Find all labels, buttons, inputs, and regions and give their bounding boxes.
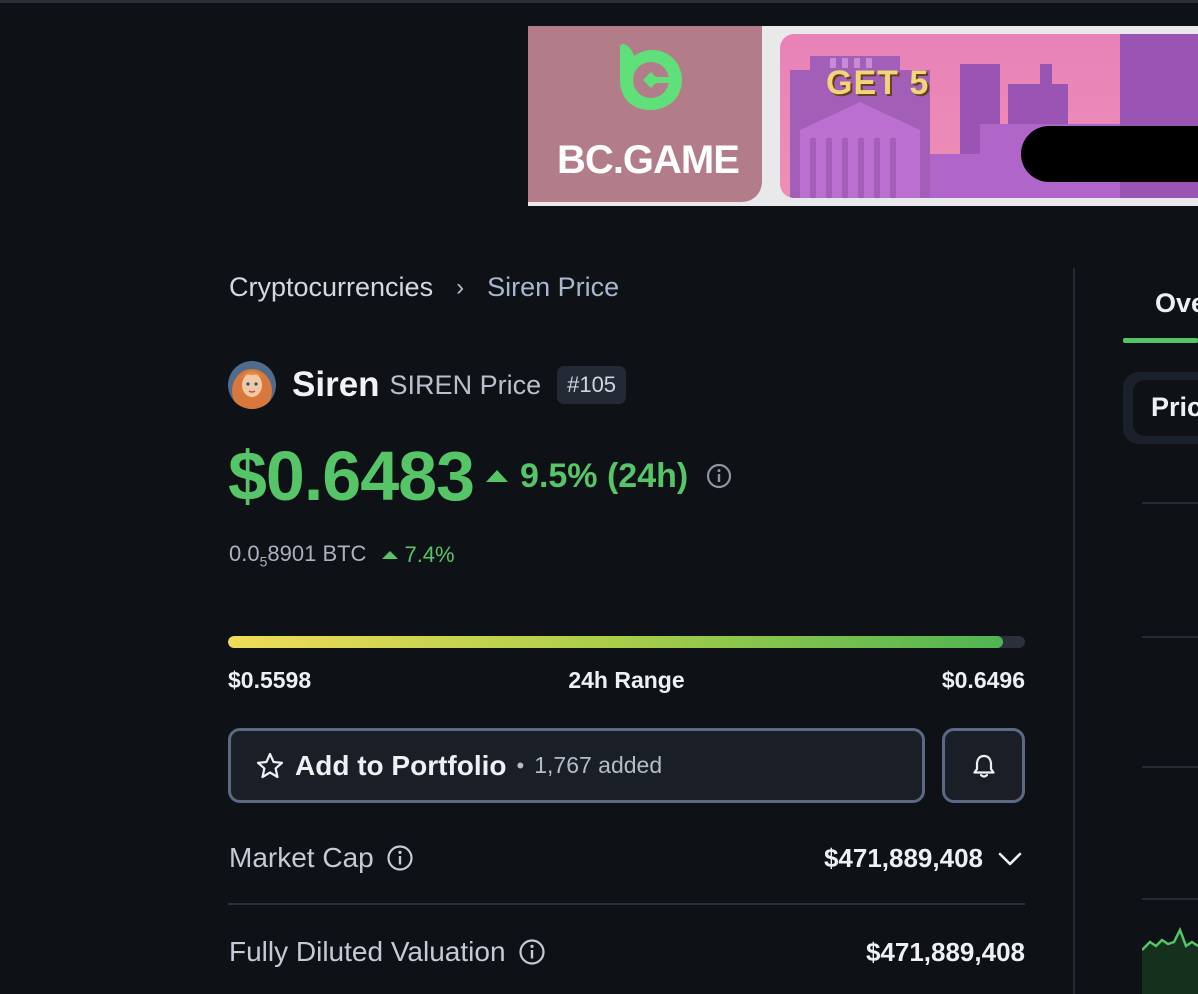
range-labels: $0.5598 24h Range $0.6496 bbox=[228, 664, 1025, 696]
range-high: $0.6496 bbox=[941, 666, 1025, 693]
range-bar bbox=[228, 636, 1025, 648]
breadcrumb-separator: › bbox=[456, 273, 465, 301]
portfolio-count: 1,767 added bbox=[534, 752, 663, 778]
divider bbox=[1142, 636, 1198, 638]
column-separator bbox=[1073, 268, 1075, 994]
top-border bbox=[0, 0, 1198, 3]
fdv-row: Fully Diluted Valuation $471,889,408 bbox=[229, 922, 1025, 982]
ad-brand-text: BC.GAME bbox=[557, 138, 740, 182]
divider bbox=[1142, 766, 1198, 768]
current-price: $0.6483 bbox=[228, 437, 475, 515]
add-to-portfolio-button[interactable]: Add to Portfolio • 1,767 added bbox=[228, 728, 925, 803]
portfolio-label: Add to Portfolio bbox=[295, 749, 507, 781]
info-icon[interactable] bbox=[706, 463, 732, 489]
btc-price-row: 0.058901 BTC 7.4% bbox=[229, 540, 455, 570]
siren-avatar-icon bbox=[228, 361, 276, 409]
divider bbox=[1142, 502, 1198, 504]
info-icon[interactable] bbox=[386, 844, 414, 872]
breadcrumb: Cryptocurrencies › Siren Price bbox=[229, 272, 619, 303]
divider bbox=[228, 903, 1025, 905]
market-cap-label: Market Cap bbox=[229, 842, 374, 873]
btc-price: 0.058901 BTC bbox=[229, 541, 366, 569]
fdv-label: Fully Diluted Valuation bbox=[229, 936, 506, 967]
ad-cta-button[interactable] bbox=[1021, 126, 1198, 182]
btc-price-prefix: 0.0 bbox=[229, 540, 260, 566]
coin-title-row: Siren SIREN Price #105 bbox=[228, 360, 627, 410]
ad-logo-panel: BC.GAME bbox=[528, 26, 762, 202]
price-change-24h: 9.5% (24h) bbox=[520, 456, 689, 495]
market-cap-value: $471,889,408 bbox=[823, 842, 983, 873]
chart-toggle-price-label: Pric bbox=[1151, 392, 1198, 422]
btc-price-change: 7.4% bbox=[404, 542, 455, 567]
market-cap-row[interactable]: Market Cap $471,889,408 bbox=[229, 828, 1025, 888]
coin-avatar bbox=[228, 361, 276, 409]
breadcrumb-cryptocurrencies[interactable]: Cryptocurrencies bbox=[229, 272, 433, 303]
coin-name: Siren bbox=[292, 365, 380, 404]
price-row: $0.6483 9.5% (24h) bbox=[228, 436, 732, 516]
price-alert-button[interactable] bbox=[942, 728, 1025, 803]
fdv-value: $471,889,408 bbox=[865, 936, 1025, 967]
caret-up-icon bbox=[486, 470, 509, 482]
range-label: 24h Range bbox=[568, 666, 685, 693]
active-tab-indicator bbox=[1123, 338, 1198, 343]
chevron-down-icon[interactable] bbox=[995, 843, 1025, 873]
ad-headline: GET 5 bbox=[826, 64, 930, 102]
btc-price-suffix: 8901 BTC bbox=[267, 540, 367, 566]
breadcrumb-current: Siren Price bbox=[487, 272, 620, 302]
tab-overview[interactable]: Ove bbox=[1155, 288, 1198, 319]
range-bar-fill bbox=[228, 636, 1003, 648]
coin-subtitle: SIREN Price bbox=[389, 369, 542, 400]
btc-caret-up-icon bbox=[382, 551, 399, 559]
rank-badge: #105 bbox=[557, 366, 627, 404]
portfolio-dot: • bbox=[516, 752, 525, 778]
page: BC.GAME GET 5 Cryptocurrencies › Siren P… bbox=[0, 0, 1198, 994]
star-icon bbox=[256, 752, 284, 778]
bell-icon bbox=[972, 754, 995, 778]
bcgame-logo-icon bbox=[620, 44, 682, 110]
range-low: $0.5598 bbox=[228, 666, 312, 693]
info-icon[interactable] bbox=[518, 938, 546, 966]
sparkline-chart bbox=[1142, 926, 1198, 994]
ad-banner[interactable]: BC.GAME GET 5 bbox=[528, 26, 1198, 206]
divider bbox=[1142, 898, 1198, 900]
